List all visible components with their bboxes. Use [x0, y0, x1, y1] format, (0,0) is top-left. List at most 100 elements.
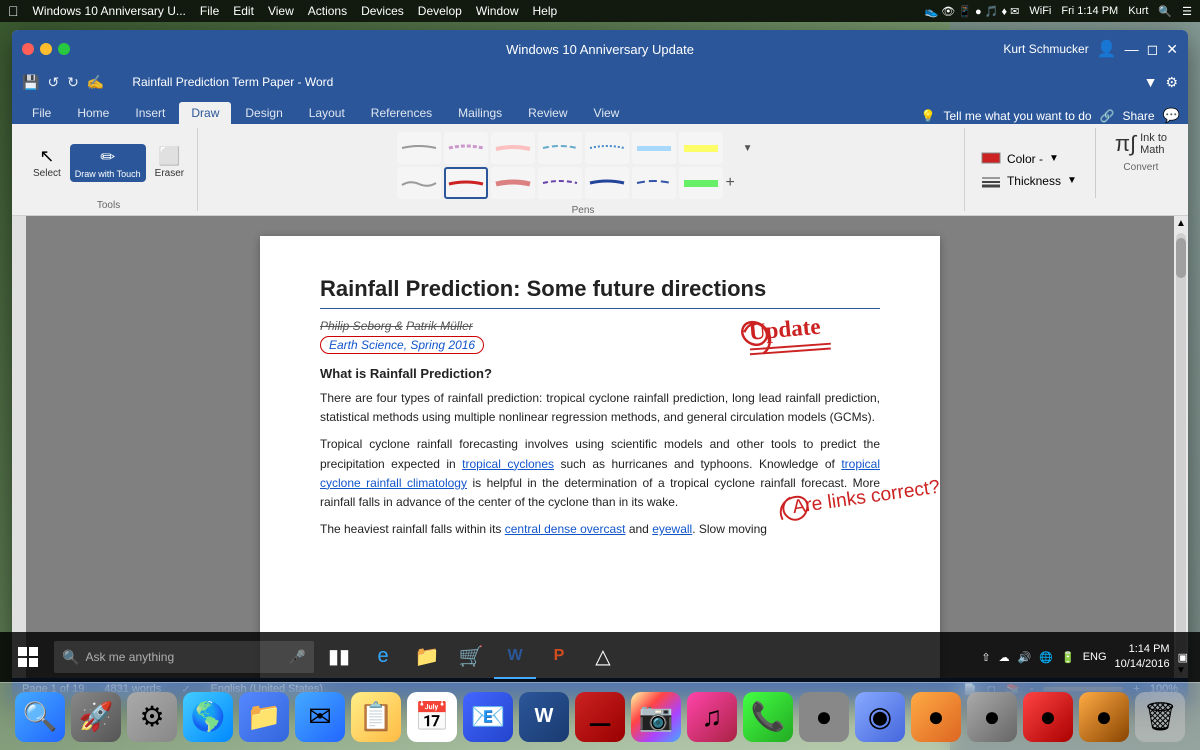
dock-mail[interactable]: ✉: [295, 692, 345, 742]
close-icon[interactable]: ✕: [1166, 41, 1178, 58]
tab-design[interactable]: Design: [233, 102, 294, 124]
start-button[interactable]: [6, 635, 50, 679]
link-climatology[interactable]: tropical cyclone rainfall climatology: [320, 457, 880, 490]
pen-10[interactable]: [491, 167, 535, 199]
dock-system-prefs[interactable]: ⚙: [127, 692, 177, 742]
pen-add-button[interactable]: +: [726, 174, 770, 192]
pen-8[interactable]: [397, 167, 441, 199]
pen-12[interactable]: [585, 167, 629, 199]
tab-home[interactable]: Home: [65, 102, 121, 124]
dock-finder[interactable]: 🔍: [15, 692, 65, 742]
tab-references[interactable]: References: [359, 102, 444, 124]
pen-13[interactable]: [632, 167, 676, 199]
tab-draw[interactable]: Draw: [179, 102, 231, 124]
tab-review[interactable]: Review: [516, 102, 579, 124]
person-icon[interactable]: 👤: [1097, 39, 1117, 59]
touch-button[interactable]: ✍: [87, 74, 104, 91]
dock-launchpad[interactable]: 🚀: [71, 692, 121, 742]
menu-develop[interactable]: Develop: [418, 4, 462, 18]
pen-6[interactable]: [632, 132, 676, 164]
pen-14[interactable]: [679, 167, 723, 199]
tell-me-input[interactable]: Tell me what you want to do: [944, 109, 1092, 123]
apple-icon[interactable]: : [8, 3, 19, 19]
word-taskbar-icon[interactable]: W: [494, 635, 536, 679]
pen-7[interactable]: [679, 132, 723, 164]
dock-another4[interactable]: ●: [1023, 692, 1073, 742]
document-content[interactable]: Rainfall Prediction: Some future directi…: [26, 216, 1174, 678]
tab-mailings[interactable]: Mailings: [446, 102, 514, 124]
thickness-selector[interactable]: Thickness ▼: [975, 171, 1083, 191]
restore-icon[interactable]: ◻: [1147, 41, 1159, 58]
dock-another2[interactable]: ●: [911, 692, 961, 742]
scrollbar-track[interactable]: [1176, 233, 1186, 661]
select-button[interactable]: ↖ Select: [28, 143, 66, 183]
dock-unknown[interactable]: ●: [799, 692, 849, 742]
pen-5[interactable]: [585, 132, 629, 164]
minimize-button[interactable]: [40, 43, 52, 55]
pen-11[interactable]: [538, 167, 582, 199]
pen-9[interactable]: [444, 167, 488, 199]
dock-photos[interactable]: 📷: [631, 692, 681, 742]
tab-layout[interactable]: Layout: [297, 102, 357, 124]
comment-icon[interactable]: 💬: [1163, 107, 1180, 124]
link-cdo[interactable]: central dense overcast: [505, 522, 626, 536]
dock-another[interactable]: ◉: [855, 692, 905, 742]
menu-view[interactable]: View: [268, 4, 294, 18]
tab-file[interactable]: File: [20, 102, 63, 124]
microphone-icon[interactable]: 🎤: [289, 649, 306, 666]
tab-insert[interactable]: Insert: [123, 102, 177, 124]
save-button[interactable]: 💾: [22, 74, 39, 91]
link-tropical-cyclones[interactable]: tropical cyclones: [462, 457, 554, 471]
menu-actions[interactable]: Actions: [308, 4, 347, 18]
dock-files[interactable]: 📁: [239, 692, 289, 742]
tab-view[interactable]: View: [582, 102, 632, 124]
dock-notes[interactable]: 📋: [351, 692, 401, 742]
redo-button[interactable]: ↻: [67, 74, 79, 91]
pen-more-button[interactable]: ▼: [726, 143, 770, 154]
close-button[interactable]: [22, 43, 34, 55]
powerpoint-icon[interactable]: P: [538, 635, 580, 679]
menu-devices[interactable]: Devices: [361, 4, 404, 18]
menu-file[interactable]: File: [200, 4, 219, 18]
edge-icon[interactable]: e: [362, 635, 404, 679]
dock-phone[interactable]: 📞: [743, 692, 793, 742]
right-scrollbar[interactable]: ▲ ▼: [1174, 216, 1188, 678]
dropdown-icon[interactable]: ▼: [1144, 74, 1158, 90]
draw-touch-button[interactable]: ✏ Draw with Touch: [70, 144, 146, 183]
undo-button[interactable]: ↺: [47, 74, 59, 91]
scroll-up-button[interactable]: ▲: [1174, 216, 1188, 231]
pen-1[interactable]: [397, 132, 441, 164]
dock-calendar[interactable]: 📅: [407, 692, 457, 742]
dock-safari[interactable]: 🌎: [183, 692, 233, 742]
minimize-icon[interactable]: —: [1125, 41, 1139, 57]
menu-window[interactable]: Window: [476, 4, 519, 18]
windows-search-box[interactable]: 🔍 Ask me anything 🎤: [54, 641, 314, 673]
ink-to-math-button[interactable]: π∫ Ink toMath: [1110, 128, 1172, 160]
share-button[interactable]: Share: [1123, 109, 1155, 123]
link-eyewall[interactable]: eyewall: [652, 522, 692, 536]
search-icon[interactable]: 🔍: [1158, 5, 1172, 18]
maximize-button[interactable]: [58, 43, 70, 55]
eraser-button[interactable]: ⬜ Eraser: [150, 143, 189, 183]
dock-parallels[interactable]: ⚊: [575, 692, 625, 742]
pen-2[interactable]: [444, 132, 488, 164]
tray-up-arrow[interactable]: ⇧: [981, 651, 990, 664]
dock-outlook[interactable]: 📧: [463, 692, 513, 742]
task-view-button[interactable]: ▮▮: [318, 635, 360, 679]
dock-another3[interactable]: ●: [967, 692, 1017, 742]
store-icon[interactable]: 🛒: [450, 635, 492, 679]
dock-another5[interactable]: ●: [1079, 692, 1129, 742]
notification-icon[interactable]: ☰: [1182, 5, 1192, 18]
dock-trash[interactable]: 🗑: [1135, 692, 1185, 742]
scrollbar-thumb[interactable]: [1176, 238, 1186, 278]
notifications-button[interactable]: ▣: [1178, 651, 1188, 664]
dock-word[interactable]: W: [519, 692, 569, 742]
menu-edit[interactable]: Edit: [233, 4, 254, 18]
dock-music[interactable]: ♫: [687, 692, 737, 742]
pen-4[interactable]: [538, 132, 582, 164]
color-selector[interactable]: Color - ▼: [975, 149, 1083, 169]
settings-icon[interactable]: ⚙: [1165, 74, 1178, 91]
pen-3[interactable]: [491, 132, 535, 164]
menu-help[interactable]: Help: [533, 4, 558, 18]
file-explorer-icon[interactable]: 📁: [406, 635, 448, 679]
